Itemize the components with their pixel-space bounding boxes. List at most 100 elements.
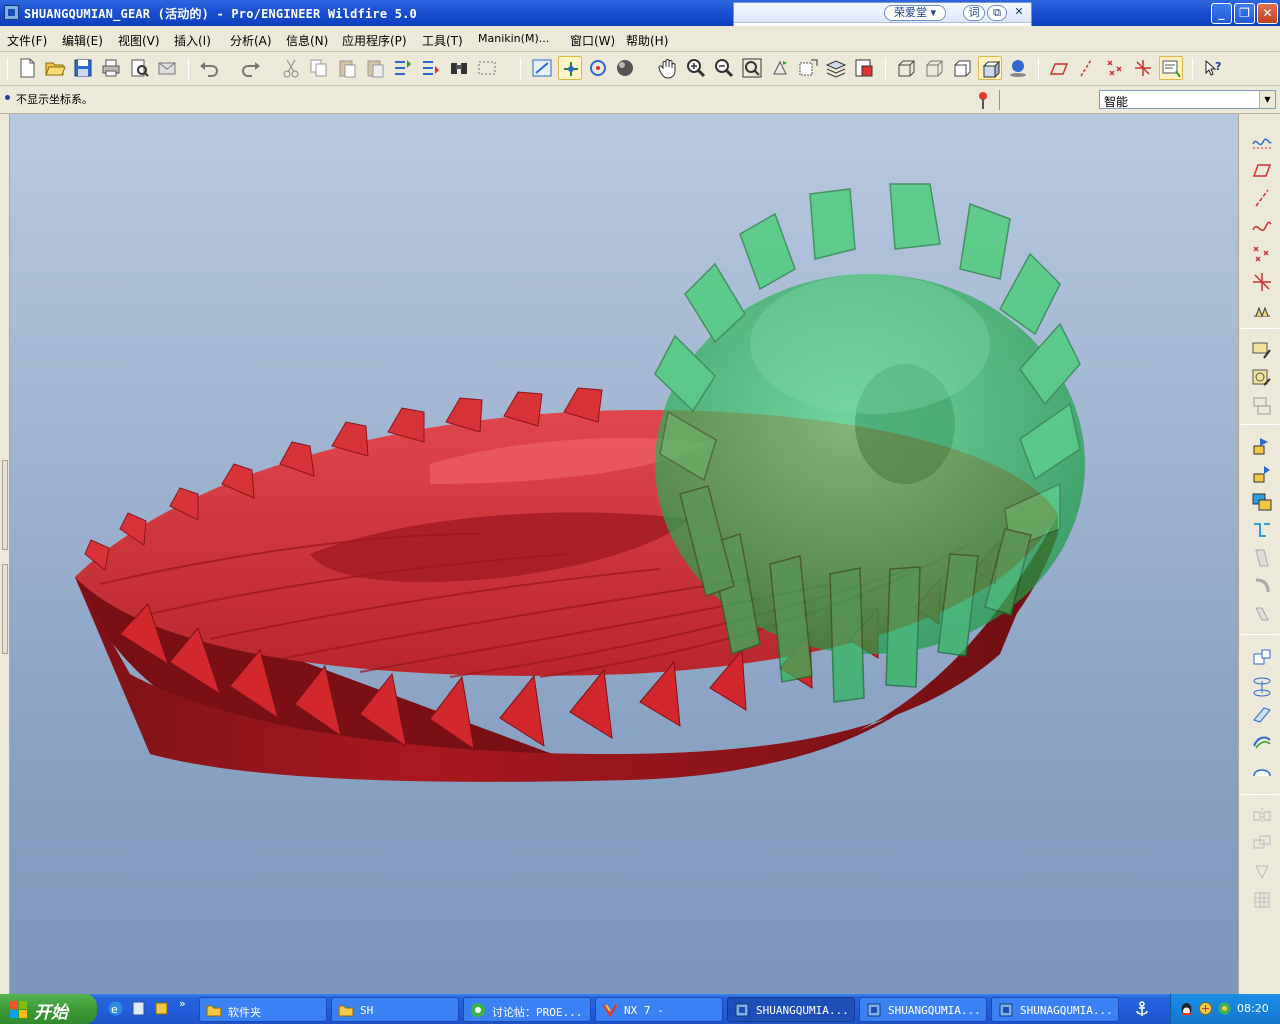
spin-center-icon[interactable] [558,56,582,80]
ie-quicklaunch-icon[interactable]: e [107,1000,124,1017]
menu-insert[interactable]: 插入(I) [174,32,211,49]
network-tray-icon[interactable] [1198,1001,1213,1016]
menu-info[interactable]: 信息(N) [286,32,328,49]
anchor-icon[interactable] [1133,1000,1151,1018]
swept-blend-icon[interactable] [1250,518,1274,542]
dictionary-close-button[interactable]: ✕ [1010,5,1028,21]
menu-analysis[interactable]: 分析(A) [230,32,272,49]
print-preview-icon[interactable] [127,56,151,80]
save-icon[interactable] [71,56,95,80]
draft-icon[interactable] [1250,646,1274,670]
menu-tools[interactable]: 工具(T) [422,32,463,49]
saved-views-icon[interactable] [796,56,820,80]
regenerate-icon[interactable] [391,56,415,80]
security-tray-icon[interactable] [1217,1001,1232,1016]
datum-axes-icon[interactable] [1075,56,1099,80]
taskbar-button-folder-software[interactable]: 软件夹 [199,997,327,1022]
zoom-out-icon[interactable] [712,56,736,80]
round-icon[interactable] [1250,394,1274,418]
menu-file[interactable]: 文件(F) [7,32,47,49]
wireframe-icon[interactable] [894,56,918,80]
select-box-icon[interactable] [475,56,499,80]
undo-icon[interactable] [197,56,221,80]
open-icon[interactable] [43,56,67,80]
datum-curve-icon[interactable] [1250,214,1274,238]
revolve-icon[interactable] [1250,462,1274,486]
refit-icon[interactable] [740,56,764,80]
pan-icon[interactable] [656,56,680,80]
csys-icon[interactable] [1131,56,1155,80]
sketch-tool-icon[interactable] [1250,338,1274,362]
menu-edit[interactable]: 编辑(E) [62,32,103,49]
taskbar-button-folder-sh[interactable]: SH [331,997,459,1022]
annotation-icon[interactable] [1159,56,1183,80]
paste-icon[interactable] [335,56,359,80]
edge-round-icon[interactable] [1250,674,1274,698]
shell-icon[interactable] [1250,574,1274,598]
rib-icon[interactable] [1250,602,1274,626]
taskbar-button-proe-active[interactable]: SHUANGQUMIA... [727,997,855,1022]
hidden-line-icon[interactable] [922,56,946,80]
email-icon[interactable] [155,56,179,80]
orient-mode-icon[interactable] [586,56,610,80]
copy-icon[interactable] [307,56,331,80]
quicklaunch-overflow-icon[interactable]: » [179,997,186,1010]
start-button[interactable]: 开始 [0,994,97,1024]
menu-window[interactable]: 窗口(W) [570,32,615,49]
taskbar-button-proe-3[interactable]: SHUNAGQUMIA... [991,997,1119,1022]
find-icon[interactable] [447,56,471,80]
analysis-icon[interactable] [1250,298,1274,322]
menu-help[interactable]: 帮助(H) [626,32,668,49]
hole-icon[interactable] [1250,546,1274,570]
reorient-icon[interactable] [768,56,792,80]
no-hidden-icon[interactable] [950,56,974,80]
taskbar-button-nx[interactable]: NX 7 - [595,997,723,1022]
shaded-icon[interactable] [978,56,1002,80]
zoom-in-icon[interactable] [684,56,708,80]
cut-icon[interactable] [279,56,303,80]
sweep-icon[interactable] [1250,490,1274,514]
view-manager-icon[interactable] [852,56,876,80]
mirror-icon[interactable] [1250,758,1274,782]
dictionary-source-dropdown[interactable]: 荣爱堂 ▾ [884,5,946,21]
proe-app-icon[interactable] [4,5,19,20]
datum-points-icon[interactable] [1103,56,1127,80]
media-quicklaunch-icon[interactable] [153,1000,170,1017]
status-light-icon[interactable] [975,90,991,110]
close-button[interactable]: ✕ [1257,3,1278,24]
datum-csys-icon[interactable] [1250,270,1274,294]
datum-plane-icon[interactable] [1250,158,1274,182]
chamfer-icon[interactable] [1250,702,1274,726]
navigator-collapse-strip[interactable] [0,114,10,994]
redo-icon[interactable] [239,56,263,80]
note-icon[interactable] [1250,366,1274,390]
datum-planes-icon[interactable] [1047,56,1071,80]
graphics-window[interactable] [10,114,1238,994]
repaint-icon[interactable] [530,56,554,80]
regen-manager-icon[interactable] [419,56,443,80]
maximize-button[interactable]: ❐ [1234,3,1255,24]
desktop-quicklaunch-icon[interactable] [130,1000,147,1017]
menu-applications[interactable]: 应用程序(P) [342,32,407,49]
menu-manikin[interactable]: Manikin(M)... [478,32,549,45]
splitter-grip[interactable] [2,564,8,654]
print-icon[interactable] [99,56,123,80]
splitter-grip[interactable] [2,460,8,550]
minimize-button[interactable]: _ [1211,3,1232,24]
pattern-icon[interactable] [1250,730,1274,754]
shading-icon[interactable] [614,56,638,80]
extrude-icon[interactable] [1250,434,1274,458]
layers-icon[interactable] [824,56,848,80]
qq-tray-icon[interactable] [1179,1001,1194,1016]
menu-view[interactable]: 视图(V) [118,32,160,49]
new-icon[interactable] [15,56,39,80]
taskbar-button-browser[interactable]: 讨论帖：PROE... [463,997,591,1022]
dictionary-restore-button[interactable]: ⧉ [987,5,1007,21]
taskbar-button-proe-2[interactable]: SHUANGQUMIA... [859,997,987,1022]
enhanced-realism-icon[interactable] [1006,56,1030,80]
paste-special-icon[interactable] [363,56,387,80]
context-help-icon[interactable]: ? [1201,56,1225,80]
chevron-down-icon[interactable]: ▼ [1259,91,1275,108]
dictionary-query-button[interactable]: 词 [963,5,985,21]
sketch-datum-curve-icon[interactable] [1250,130,1274,154]
